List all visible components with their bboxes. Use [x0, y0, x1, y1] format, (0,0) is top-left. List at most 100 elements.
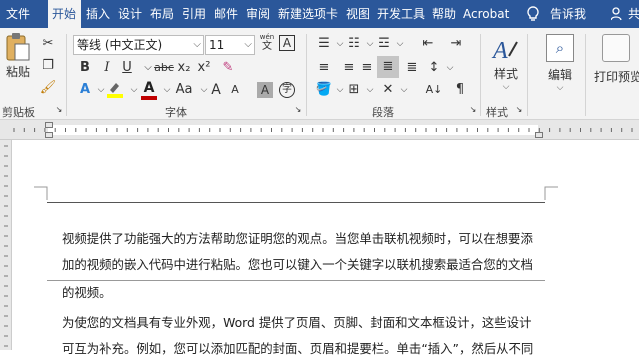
font-color-button[interactable]: A — [139, 78, 159, 100]
tab-file[interactable]: 文件 — [6, 0, 30, 28]
ruler-ticks — [13, 128, 633, 132]
print-preview-button[interactable]: 打印预览 — [590, 34, 639, 85]
horizontal-ruler[interactable] — [0, 120, 639, 140]
paragraph-2-line-1: 为使您的文档具有专业外观，Word 提供了页眉、页脚、封面和文本框设计，这些设计 — [62, 315, 532, 330]
character-border-button[interactable]: A — [279, 35, 295, 51]
change-case-button[interactable]: Aa — [172, 80, 196, 100]
tab-help[interactable]: 帮助 — [432, 0, 456, 28]
increase-indent-icon[interactable]: ⇥ — [446, 34, 466, 54]
lightbulb-icon[interactable] — [526, 6, 540, 22]
tab-acrobat[interactable]: Acrobat — [463, 0, 509, 28]
font-group-label: 字体 — [165, 106, 187, 119]
chevron-down-icon: ⌵ — [556, 83, 564, 93]
ribbon: 粘贴 ✂ ❐ 🖌 剪贴板 ↘ 等线 (中文正文) ⌵ 11 ⌵ wén 文 A … — [0, 28, 639, 120]
underline-button[interactable]: U — [117, 58, 137, 78]
font-name-dropdown[interactable]: 等线 (中文正文) ⌵ — [73, 35, 204, 55]
italic-button[interactable]: I — [97, 58, 117, 78]
paste-icon — [6, 33, 30, 61]
chevron-down-icon: ⌵ — [502, 82, 510, 92]
bold-button[interactable]: B — [75, 58, 95, 78]
paragraph-group-label: 段落 — [372, 106, 394, 119]
clear-formatting-icon[interactable]: ✎ — [218, 58, 238, 78]
tab-layout[interactable]: 布局 — [150, 0, 174, 28]
phonetic-guide-button[interactable]: wén 文 — [259, 33, 275, 52]
line-spacing-dropdown-icon[interactable]: ⌵ — [440, 58, 460, 78]
character-shading-button[interactable]: A — [257, 82, 273, 98]
font-size-value: 11 — [209, 38, 225, 52]
align-right-icon[interactable]: ≡ — [357, 58, 377, 78]
share-label[interactable]: 共 — [628, 0, 639, 28]
right-indent-marker[interactable] — [535, 132, 543, 138]
find-icon: ⌕ — [546, 34, 574, 62]
paste-label: 粘贴 — [5, 65, 30, 79]
separator — [585, 34, 586, 116]
styles-group-label: 样式 — [486, 106, 508, 119]
borders-dropdown-icon[interactable]: ⌵ — [360, 80, 380, 100]
chevron-down-icon: ⌵ — [244, 39, 252, 50]
paragraph-1-line-1: 视频提供了功能强大的方法帮助您证明您的观点。当您单击联机视频时，可以在想要添 — [62, 231, 533, 246]
highlight-color-button[interactable] — [105, 80, 125, 100]
paste-button[interactable]: 粘贴 — [2, 32, 34, 80]
paragraph-2-line-2: 可互为补充。例如，您可以添加匹配的封面、页眉和提要栏。单击“插入”，然后从不同 — [62, 341, 534, 356]
tab-new[interactable]: 新建选项卡 — [278, 0, 338, 28]
separator — [527, 34, 528, 116]
multilevel-dropdown-icon[interactable]: ⌵ — [390, 34, 410, 54]
cut-icon[interactable]: ✂ — [38, 34, 58, 54]
styles-launcher-icon[interactable]: ↘ — [514, 104, 524, 116]
enclose-characters-icon[interactable]: 字 — [279, 82, 295, 98]
distributed-icon[interactable]: ≣ — [402, 58, 422, 78]
print-preview-label: 打印预览 — [594, 70, 639, 84]
vertical-ruler[interactable] — [0, 140, 12, 350]
font-color-swatch — [141, 96, 157, 100]
styles-button[interactable]: A 样式 ⌵ — [486, 34, 526, 92]
paragraph-1-line-2: 加的视频的嵌入代码中进行粘贴。您也可以键入一个关键字以联机搜索最适合您的文档 — [62, 257, 533, 272]
document-canvas[interactable]: 视频提供了功能强大的方法帮助您证明您的观点。当您单击联机视频时，可以在想要添 加… — [12, 140, 639, 356]
styles-label: 样式 — [493, 67, 518, 81]
editing-button[interactable]: ⌕ 编辑 ⌵ — [540, 34, 580, 93]
chevron-down-icon: ⌵ — [193, 39, 201, 50]
tab-references[interactable]: 引用 — [182, 0, 206, 28]
font-size-dropdown[interactable]: 11 ⌵ — [205, 35, 255, 55]
tab-review[interactable]: 审阅 — [246, 0, 270, 28]
grow-font-button[interactable]: A — [206, 80, 226, 100]
sort-icon[interactable]: A↓ — [424, 80, 444, 100]
chinese-layout-dropdown-icon[interactable]: ⌵ — [394, 80, 414, 100]
tab-design[interactable]: 设计 — [118, 0, 142, 28]
tell-me-box[interactable]: 告诉我 — [550, 0, 586, 28]
paragraph-1-line-3: 的视频。 — [62, 285, 112, 300]
font-launcher-icon[interactable]: ↘ — [293, 104, 303, 116]
copy-icon[interactable]: ❐ — [38, 56, 58, 76]
first-line-indent-marker[interactable] — [45, 122, 53, 128]
clipboard-group-label: 剪贴板 — [2, 106, 35, 119]
tab-developer[interactable]: 开发工具 — [377, 0, 425, 28]
tab-insert[interactable]: 插入 — [86, 0, 110, 28]
hanging-indent-marker[interactable] — [45, 132, 53, 138]
header-line — [47, 202, 545, 203]
paragraph-launcher-icon[interactable]: ↘ — [468, 104, 478, 116]
justify-icon[interactable]: ≣ — [377, 56, 399, 78]
subscript-button[interactable]: x₂ — [174, 58, 194, 78]
share-icon[interactable] — [611, 7, 625, 21]
shrink-font-button[interactable]: A — [225, 80, 245, 100]
vertical-ruler-ticks — [4, 145, 8, 347]
ribbon-tab-bar: 文件 开始 插入 设计 布局 引用 邮件 审阅 新建选项卡 视图 开发工具 帮助… — [0, 0, 639, 28]
separator — [306, 34, 307, 116]
highlighter-icon — [107, 83, 123, 98]
format-painter-icon[interactable]: 🖌 — [38, 78, 58, 98]
show-marks-icon[interactable]: ¶ — [450, 80, 470, 100]
align-left-icon[interactable]: ≡ — [314, 58, 334, 78]
header-margin-corners — [34, 186, 558, 200]
font-color-icon: A — [143, 80, 155, 96]
superscript-button[interactable]: x² — [194, 58, 214, 78]
font-name-value: 等线 (中文正文) — [77, 38, 163, 52]
tab-mailings[interactable]: 邮件 — [214, 0, 238, 28]
svg-text:A: A — [491, 38, 508, 64]
tab-view[interactable]: 视图 — [346, 0, 370, 28]
tab-home[interactable]: 开始 — [48, 0, 81, 28]
editing-label: 编辑 — [547, 68, 572, 82]
phonetic-char: 文 — [262, 41, 272, 52]
decrease-indent-icon[interactable]: ⇤ — [418, 34, 438, 54]
align-center-icon[interactable]: ≡ — [339, 58, 359, 78]
clipboard-launcher-icon[interactable]: ↘ — [54, 104, 64, 116]
separator — [480, 34, 481, 116]
